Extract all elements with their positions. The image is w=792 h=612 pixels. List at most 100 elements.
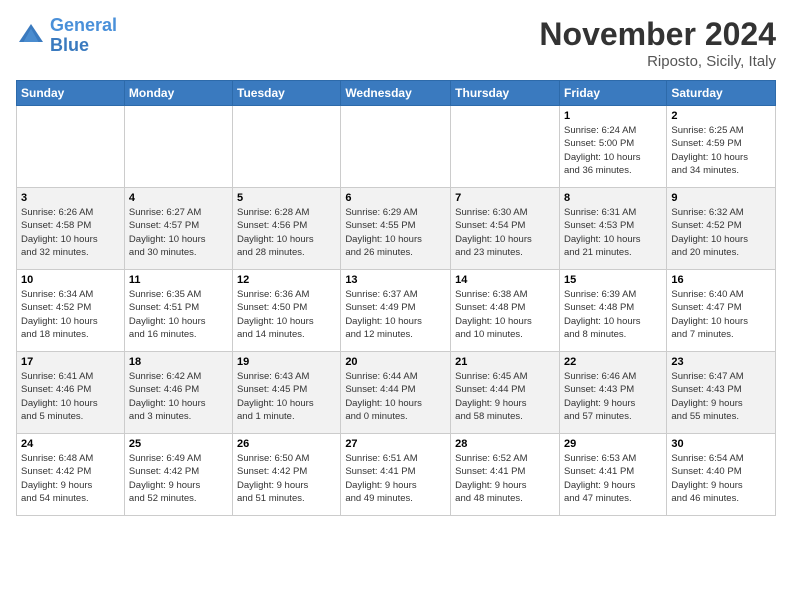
table-row: 15Sunrise: 6:39 AM Sunset: 4:48 PM Dayli… (559, 270, 666, 352)
table-row: 20 Sunrise: 6:44 AM Sunset: 4:44 PM Dayli… (341, 352, 451, 434)
day-number: 11 (129, 274, 228, 286)
day-number: 29 (564, 438, 662, 450)
day-number: 27 (345, 438, 446, 450)
week-row-4: 24 Sunrise: 6:48 AM Sunset: 4:42 PM Dayli… (17, 434, 776, 516)
day-number: 3 (21, 192, 120, 204)
day-number: 12 (237, 274, 336, 286)
table-row: 4 Sunrise: 6:27 AM Sunset: 4:57 PM Daylig… (124, 188, 232, 270)
table-row: 19 Sunrise: 6:43 AM Sunset: 4:45 PM Dayli… (233, 352, 341, 434)
day-info: Sunrise: 6:49 AM Sunset: 4:42 PM Dayligh… (129, 452, 228, 505)
day-number: 21 (455, 356, 555, 368)
day-number: 22 (564, 356, 662, 368)
calendar-table: Sunday Monday Tuesday Wednesday Thursday… (16, 80, 776, 516)
table-row: 29Sunrise: 6:53 AM Sunset: 4:41 PM Dayli… (559, 434, 666, 516)
table-row: 28 Sunrise: 6:52 AM Sunset: 4:41 PM Dayli… (451, 434, 560, 516)
day-number: 18 (129, 356, 228, 368)
table-row (124, 106, 232, 188)
day-number: 13 (345, 274, 446, 286)
day-info: Sunrise: 6:54 AM Sunset: 4:40 PM Dayligh… (671, 452, 771, 505)
logo: General Blue (16, 16, 117, 56)
table-row: 13 Sunrise: 6:37 AM Sunset: 4:49 PM Dayli… (341, 270, 451, 352)
day-number: 23 (671, 356, 771, 368)
day-number: 5 (237, 192, 336, 204)
table-row: 27 Sunrise: 6:51 AM Sunset: 4:41 PM Dayli… (341, 434, 451, 516)
day-number: 9 (671, 192, 771, 204)
table-row: 21Sunrise: 6:45 AM Sunset: 4:44 PM Dayli… (451, 352, 560, 434)
day-info: Sunrise: 6:41 AM Sunset: 4:46 PM Dayligh… (21, 370, 120, 423)
col-wednesday: Wednesday (341, 81, 451, 106)
table-row (451, 106, 560, 188)
table-row: 3 Sunrise: 6:26 AM Sunset: 4:58 PM Daylig… (17, 188, 125, 270)
col-thursday: Thursday (451, 81, 560, 106)
table-row (233, 106, 341, 188)
day-info: Sunrise: 6:34 AM Sunset: 4:52 PM Dayligh… (21, 288, 120, 341)
table-row (17, 106, 125, 188)
table-row: 26 Sunrise: 6:50 AM Sunset: 4:42 PM Dayli… (233, 434, 341, 516)
day-info: Sunrise: 6:40 AM Sunset: 4:47 PM Dayligh… (671, 288, 771, 341)
week-row-0: 1Sunrise: 6:24 AM Sunset: 5:00 PM Daylig… (17, 106, 776, 188)
day-number: 20 (345, 356, 446, 368)
day-info: Sunrise: 6:48 AM Sunset: 4:42 PM Dayligh… (21, 452, 120, 505)
day-number: 15 (564, 274, 662, 286)
day-info: Sunrise: 6:31 AM Sunset: 4:53 PM Dayligh… (564, 206, 662, 259)
table-row: 9 Sunrise: 6:32 AM Sunset: 4:52 PM Daylig… (667, 188, 776, 270)
table-row: 25 Sunrise: 6:49 AM Sunset: 4:42 PM Dayli… (124, 434, 232, 516)
day-number: 28 (455, 438, 555, 450)
table-row: 14Sunrise: 6:38 AM Sunset: 4:48 PM Dayli… (451, 270, 560, 352)
day-number: 24 (21, 438, 120, 450)
day-number: 30 (671, 438, 771, 450)
day-info: Sunrise: 6:32 AM Sunset: 4:52 PM Dayligh… (671, 206, 771, 259)
day-number: 25 (129, 438, 228, 450)
week-row-2: 10 Sunrise: 6:34 AM Sunset: 4:52 PM Dayli… (17, 270, 776, 352)
logo-icon (16, 21, 46, 51)
table-row: 11 Sunrise: 6:35 AM Sunset: 4:51 PM Dayli… (124, 270, 232, 352)
table-row: 5 Sunrise: 6:28 AM Sunset: 4:56 PM Daylig… (233, 188, 341, 270)
table-row: 8 Sunrise: 6:31 AM Sunset: 4:53 PM Daylig… (559, 188, 666, 270)
day-info: Sunrise: 6:51 AM Sunset: 4:41 PM Dayligh… (345, 452, 446, 505)
day-number: 4 (129, 192, 228, 204)
day-info: Sunrise: 6:26 AM Sunset: 4:58 PM Dayligh… (21, 206, 120, 259)
table-row: 16 Sunrise: 6:40 AM Sunset: 4:47 PM Dayli… (667, 270, 776, 352)
day-number: 10 (21, 274, 120, 286)
table-row: 24 Sunrise: 6:48 AM Sunset: 4:42 PM Dayli… (17, 434, 125, 516)
col-saturday: Saturday (667, 81, 776, 106)
day-info: Sunrise: 6:47 AM Sunset: 4:43 PM Dayligh… (671, 370, 771, 423)
table-row: 2Sunrise: 6:25 AM Sunset: 4:59 PM Daylig… (667, 106, 776, 188)
day-info: Sunrise: 6:27 AM Sunset: 4:57 PM Dayligh… (129, 206, 228, 259)
day-info: Sunrise: 6:30 AM Sunset: 4:54 PM Dayligh… (455, 206, 555, 259)
table-row: 23 Sunrise: 6:47 AM Sunset: 4:43 PM Dayli… (667, 352, 776, 434)
table-row (341, 106, 451, 188)
day-info: Sunrise: 6:36 AM Sunset: 4:50 PM Dayligh… (237, 288, 336, 341)
table-row: 18 Sunrise: 6:42 AM Sunset: 4:46 PM Dayli… (124, 352, 232, 434)
col-sunday: Sunday (17, 81, 125, 106)
table-row: 7Sunrise: 6:30 AM Sunset: 4:54 PM Daylig… (451, 188, 560, 270)
day-number: 26 (237, 438, 336, 450)
page: General Blue November 2024 Riposto, Sici… (0, 0, 792, 612)
col-monday: Monday (124, 81, 232, 106)
day-info: Sunrise: 6:52 AM Sunset: 4:41 PM Dayligh… (455, 452, 555, 505)
day-info: Sunrise: 6:37 AM Sunset: 4:49 PM Dayligh… (345, 288, 446, 341)
day-number: 19 (237, 356, 336, 368)
day-number: 8 (564, 192, 662, 204)
table-row: 30 Sunrise: 6:54 AM Sunset: 4:40 PM Dayli… (667, 434, 776, 516)
title-block: November 2024 Riposto, Sicily, Italy (539, 16, 776, 70)
day-number: 16 (671, 274, 771, 286)
day-info: Sunrise: 6:24 AM Sunset: 5:00 PM Dayligh… (564, 124, 662, 177)
table-row: 6Sunrise: 6:29 AM Sunset: 4:55 PM Daylig… (341, 188, 451, 270)
col-friday: Friday (559, 81, 666, 106)
day-info: Sunrise: 6:35 AM Sunset: 4:51 PM Dayligh… (129, 288, 228, 341)
table-row: 22Sunrise: 6:46 AM Sunset: 4:43 PM Dayli… (559, 352, 666, 434)
table-row: 1Sunrise: 6:24 AM Sunset: 5:00 PM Daylig… (559, 106, 666, 188)
table-row: 17Sunrise: 6:41 AM Sunset: 4:46 PM Dayli… (17, 352, 125, 434)
day-info: Sunrise: 6:28 AM Sunset: 4:56 PM Dayligh… (237, 206, 336, 259)
header: General Blue November 2024 Riposto, Sici… (16, 16, 776, 70)
day-info: Sunrise: 6:44 AM Sunset: 4:44 PM Dayligh… (345, 370, 446, 423)
day-info: Sunrise: 6:50 AM Sunset: 4:42 PM Dayligh… (237, 452, 336, 505)
col-tuesday: Tuesday (233, 81, 341, 106)
day-info: Sunrise: 6:29 AM Sunset: 4:55 PM Dayligh… (345, 206, 446, 259)
day-info: Sunrise: 6:42 AM Sunset: 4:46 PM Dayligh… (129, 370, 228, 423)
day-info: Sunrise: 6:43 AM Sunset: 4:45 PM Dayligh… (237, 370, 336, 423)
location: Riposto, Sicily, Italy (539, 53, 776, 70)
header-row: Sunday Monday Tuesday Wednesday Thursday… (17, 81, 776, 106)
table-row: 12 Sunrise: 6:36 AM Sunset: 4:50 PM Dayli… (233, 270, 341, 352)
